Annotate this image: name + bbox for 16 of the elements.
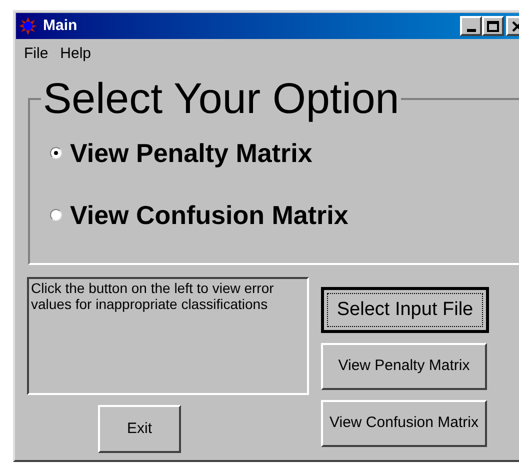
select-file-button[interactable]: Select Input File	[321, 287, 489, 333]
menu-item[interactable]: File	[24, 43, 48, 63]
window-title: Main	[43, 16, 78, 36]
view-matrix-button[interactable]: View Penalty Matrix	[321, 343, 487, 390]
view-matrix-button[interactable]: View Confusion Matrix	[321, 400, 487, 447]
radio-label[interactable]: View Penalty Matrix	[70, 139, 312, 167]
maximize-button[interactable]	[482, 16, 504, 36]
info-text-box: Click the button on the left to view error values for inappropriate classifications	[27, 277, 309, 395]
group-title: Select Your Option	[42, 77, 400, 121]
radio-button[interactable]	[50, 147, 62, 159]
menu-item[interactable]: Help	[60, 43, 92, 63]
app-icon	[19, 17, 37, 35]
exit-button[interactable]: Exit	[98, 405, 181, 453]
radio-label[interactable]: View Confusion Matrix	[70, 201, 348, 229]
radio-button[interactable]	[50, 209, 62, 221]
minimize-button[interactable]	[460, 16, 482, 36]
